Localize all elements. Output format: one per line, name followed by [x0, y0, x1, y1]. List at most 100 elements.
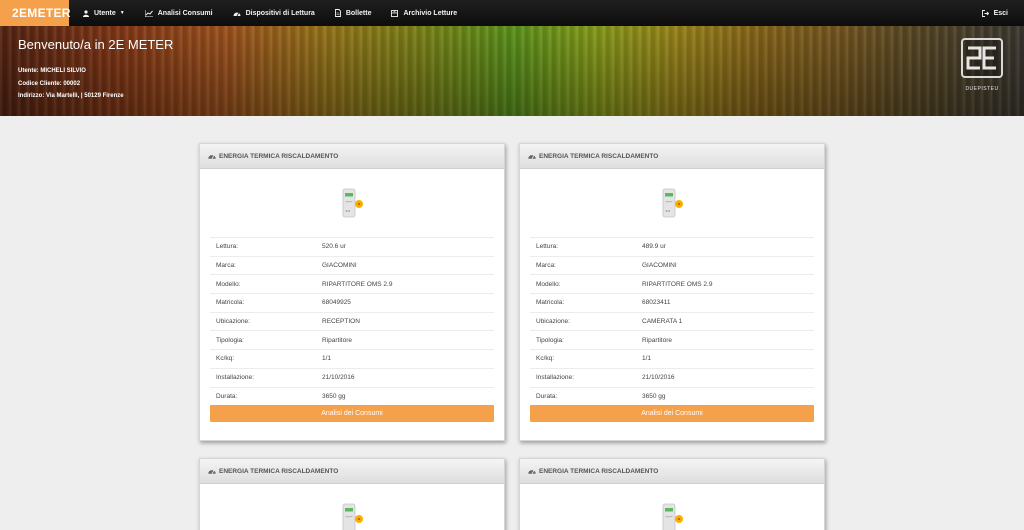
tipologia-label: Tipologia:: [536, 336, 564, 344]
card-footer-spacer: [200, 422, 504, 440]
matricola-row: Matricola: 68049925: [210, 293, 494, 312]
logout-icon: [981, 9, 989, 17]
meter-device-image: [520, 169, 824, 237]
card-header: ENERGIA TERMICA RISCALDAMENTO: [520, 459, 824, 484]
heat-meter-icon: [342, 503, 363, 530]
modello-value: RIPARTITORE OMS 2.9: [642, 280, 713, 288]
kc-value: 1/1: [642, 355, 652, 363]
tipologia-label: Tipologia:: [216, 336, 244, 344]
marca-value: GIACOMINI: [642, 262, 677, 270]
top-navbar: 2EMETER Utente ▼ Analisi Consumi Disposi…: [0, 0, 1024, 26]
card-title: ENERGIA TERMICA RISCALDAMENTO: [539, 467, 659, 475]
logout-button[interactable]: Esci: [972, 0, 1024, 26]
installazione-row: Installazione: 21/10/2016: [530, 367, 814, 387]
logo-caption: DUEPISTEU: [965, 86, 999, 92]
nav-analisi-consumi[interactable]: Analisi Consumi: [135, 0, 223, 26]
dashboard-icon: [233, 11, 241, 16]
card-header: ENERGIA TERMICA RISCALDAMENTO: [200, 144, 504, 169]
ubicazione-value: CAMERATA 1: [642, 318, 683, 326]
marca-label: Marca:: [536, 262, 556, 270]
client-address: Indirizzo: Via Martelli, | 50129 Firenze: [18, 93, 124, 99]
meter-card: ENERGIA TERMICA RISCALDAMENTO Lettura: 52…: [199, 143, 505, 442]
modello-value: RIPARTITORE OMS 2.9: [322, 280, 393, 288]
gauge-icon: [528, 470, 536, 474]
card-title: ENERGIA TERMICA RISCALDAMENTO: [219, 152, 339, 160]
kc-label: Kc/kq:: [216, 355, 235, 363]
installazione-label: Installazione:: [536, 374, 574, 382]
tipologia-row: Tipologia: Ripartitore: [530, 330, 814, 349]
marca-value: GIACOMINI: [322, 262, 357, 270]
nav-utente[interactable]: Utente ▼: [73, 0, 135, 26]
installazione-value: 21/10/2016: [322, 374, 355, 382]
chevron-down-icon: ▼: [119, 10, 125, 16]
nav-dispositivi-label: Dispositivi di Lettura: [245, 9, 315, 17]
meter-details: Lettura: 489.9 ur Marca: GIACOMINI Modello…: [530, 237, 814, 405]
lettura-label: Lettura:: [216, 243, 239, 251]
matricola-label: Matricola:: [216, 299, 245, 307]
nav-dispositivi[interactable]: Dispositivi di Lettura: [223, 0, 325, 26]
meter-card: ENERGIA TERMICA RISCALDAMENTO: [199, 458, 505, 530]
card-header: ENERGIA TERMICA RISCALDAMENTO: [200, 459, 504, 484]
lettura-value: 489.9 ur: [642, 243, 666, 251]
analisi-consumi-button[interactable]: Analisi dei Consumi: [530, 405, 814, 423]
nav-bollette[interactable]: Bollette: [325, 0, 382, 26]
heat-meter-icon: [662, 188, 683, 218]
archive-icon: [391, 9, 399, 17]
matricola-value: 68049925: [322, 299, 351, 307]
durata-value: 3650 gg: [642, 392, 666, 400]
tipologia-value: Ripartitore: [322, 336, 352, 344]
ubicazione-label: Ubicazione:: [216, 318, 250, 326]
durata-value: 3650 gg: [322, 392, 346, 400]
card-footer-spacer: [520, 422, 824, 440]
user-icon: [83, 9, 89, 17]
company-logo-icon: [961, 38, 1003, 78]
gauge-icon: [208, 470, 216, 474]
durata-label: Durata:: [536, 392, 558, 400]
document-icon: [334, 9, 341, 17]
ubicazione-row: Ubicazione: RECEPTION: [210, 311, 494, 331]
tipologia-value: Ripartitore: [642, 336, 672, 344]
meter-card: ENERGIA TERMICA RISCALDAMENTO Lettura: 48…: [519, 143, 825, 442]
brand-logo[interactable]: 2EMETER: [0, 0, 70, 26]
nav-bollette-label: Bollette: [345, 9, 372, 17]
modello-row: Modello: RIPARTITORE OMS 2.9: [530, 274, 814, 293]
marca-label: Marca:: [216, 262, 236, 270]
matricola-value: 68023411: [642, 299, 671, 307]
chart-icon: [144, 9, 153, 17]
card-title: ENERGIA TERMICA RISCALDAMENTO: [219, 467, 339, 475]
user-name: Utente: MICHELI SILVIO: [18, 68, 86, 74]
lettura-label: Lettura:: [536, 243, 559, 251]
durata-row: Durata: 3650 gg: [530, 386, 814, 406]
client-code: Codice Cliente: 00002: [18, 81, 81, 87]
logout-label: Esci: [993, 9, 1008, 17]
kc-value: 1/1: [322, 355, 332, 363]
nav-utente-label: Utente: [94, 9, 116, 17]
ubicazione-value: RECEPTION: [322, 318, 360, 326]
kc-row: Kc/kq: 1/1: [530, 349, 814, 368]
modello-label: Modello:: [536, 280, 561, 288]
durata-row: Durata: 3650 gg: [210, 386, 494, 406]
gauge-icon: [208, 155, 216, 159]
card-header: ENERGIA TERMICA RISCALDAMENTO: [520, 144, 824, 169]
analisi-consumi-button[interactable]: Analisi dei Consumi: [210, 405, 494, 423]
kc-label: Kc/kq:: [536, 355, 555, 363]
lettura-value: 520.6 ur: [322, 243, 346, 251]
installazione-row: Installazione: 21/10/2016: [210, 367, 494, 387]
lettura-row: Lettura: 520.6 ur: [210, 237, 494, 256]
meter-details: Lettura: 520.6 ur Marca: GIACOMINI Modello…: [210, 237, 494, 405]
modello-label: Modello:: [216, 280, 241, 288]
lettura-row: Lettura: 489.9 ur: [530, 237, 814, 256]
heat-meter-icon: [662, 503, 683, 530]
card-title: ENERGIA TERMICA RISCALDAMENTO: [539, 152, 659, 160]
matricola-row: Matricola: 68023411: [530, 293, 814, 312]
tipologia-row: Tipologia: Ripartitore: [210, 330, 494, 349]
modello-row: Modello: RIPARTITORE OMS 2.9: [210, 274, 494, 293]
heat-meter-icon: [342, 188, 363, 218]
nav-archivio-letture[interactable]: Archivio Letture: [381, 0, 467, 26]
meter-device-image: [200, 484, 504, 530]
ubicazione-label: Ubicazione:: [536, 318, 570, 326]
marca-row: Marca: GIACOMINI: [530, 255, 814, 275]
nav-analisi-consumi-label: Analisi Consumi: [157, 9, 213, 17]
meter-device-image: [520, 484, 824, 530]
marca-row: Marca: GIACOMINI: [210, 255, 494, 275]
